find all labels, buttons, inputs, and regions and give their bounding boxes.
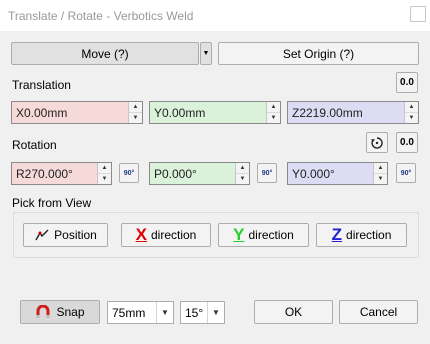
pick-position-icon (35, 229, 49, 241)
translation-x-field[interactable]: X0.00mm ▲ ▼ (11, 101, 143, 124)
z-axis-letter: Z (331, 225, 343, 244)
pick-from-view-label: Pick from View (12, 196, 92, 210)
y-axis-letter: Y (233, 225, 245, 244)
rotation-p-field[interactable]: P0.000° ▲ ▼ (149, 162, 250, 185)
spin-down-icon[interactable]: ▼ (236, 173, 249, 184)
y-direction-label: direction (248, 228, 294, 242)
translation-z-value: Z2219.00mm (292, 105, 363, 120)
snap-label: Snap (56, 305, 85, 319)
translation-y-spinner[interactable]: ▲ ▼ (266, 102, 280, 123)
set-origin-button[interactable]: Set Origin (?) (218, 42, 419, 65)
translation-reset-button[interactable]: 0.0 (396, 72, 418, 93)
rotation-reset-label: 0.0 (400, 137, 414, 148)
snap-angle-select[interactable]: 15° ▼ (180, 301, 225, 324)
z-direction-button[interactable]: Z direction (316, 223, 407, 247)
rotation-p-spinner[interactable]: ▲ ▼ (235, 163, 249, 184)
rotate-gizmo-button[interactable] (366, 132, 388, 153)
dropdown-arrow-icon: ▼ (202, 50, 210, 57)
rotation-y-field[interactable]: Y0.000° ▲ ▼ (287, 162, 388, 185)
set-origin-label: Set Origin (?) (282, 46, 355, 61)
mode-select[interactable]: Move (?) (11, 42, 199, 65)
spin-up-icon[interactable]: ▲ (236, 163, 249, 173)
rotate-p-90-button[interactable]: 90° (257, 163, 277, 183)
rotate-90-icon: 90° (261, 169, 273, 177)
title-bar: Translate / Rotate - Verbotics Weld (0, 0, 430, 31)
translation-z-field[interactable]: Z2219.00mm ▲ ▼ (287, 101, 419, 124)
chevron-down-icon: ▼ (207, 302, 224, 323)
magnet-icon (36, 305, 50, 318)
x-direction-button[interactable]: X direction (121, 223, 211, 247)
translation-z-spinner[interactable]: ▲ ▼ (404, 102, 418, 123)
spin-up-icon[interactable]: ▲ (374, 163, 387, 173)
translation-x-spinner[interactable]: ▲ ▼ (128, 102, 142, 123)
rotation-r-value: R270.000° (16, 166, 73, 181)
y-direction-button[interactable]: Y direction (218, 223, 309, 247)
pick-position-label: Position (54, 228, 97, 242)
ok-button[interactable]: OK (254, 300, 333, 324)
rotate-y-90-button[interactable]: 90° (396, 163, 416, 183)
x-direction-label: direction (150, 228, 197, 242)
rotation-p-value: P0.000° (154, 166, 197, 181)
rotate-90-icon: 90° (123, 169, 135, 177)
window-title: Translate / Rotate - Verbotics Weld (8, 9, 194, 23)
spin-up-icon[interactable]: ▲ (98, 163, 111, 173)
snap-toggle-button[interactable]: Snap (20, 300, 100, 324)
rotation-r-spinner[interactable]: ▲ ▼ (97, 163, 111, 184)
snap-distance-select[interactable]: 75mm ▼ (107, 301, 174, 324)
rotation-reset-button[interactable]: 0.0 (396, 132, 418, 153)
snap-angle-value: 15° (185, 305, 204, 320)
spin-down-icon[interactable]: ▼ (129, 112, 142, 123)
translation-y-field[interactable]: Y0.00mm ▲ ▼ (149, 101, 281, 124)
spin-down-icon[interactable]: ▼ (98, 173, 111, 184)
rotation-y-spinner[interactable]: ▲ ▼ (373, 163, 387, 184)
rotation-r-field[interactable]: R270.000° ▲ ▼ (11, 162, 112, 185)
spin-up-icon[interactable]: ▲ (405, 102, 418, 112)
z-direction-label: direction (346, 228, 392, 242)
pick-position-button[interactable]: Position (23, 223, 108, 247)
mode-select-label: Move (?) (81, 46, 129, 61)
cancel-button[interactable]: Cancel (339, 300, 418, 324)
close-button[interactable] (410, 6, 426, 22)
spin-down-icon[interactable]: ▼ (267, 112, 280, 123)
x-axis-letter: X (135, 225, 147, 244)
snap-distance-value: 75mm (112, 305, 146, 320)
spin-up-icon[interactable]: ▲ (129, 102, 142, 112)
cancel-label: Cancel (359, 305, 398, 319)
spin-down-icon[interactable]: ▼ (405, 112, 418, 123)
translation-reset-label: 0.0 (400, 77, 414, 88)
translation-label: Translation (12, 78, 71, 92)
mode-dropdown-button[interactable]: ▼ (200, 42, 212, 65)
translation-y-value: Y0.00mm (154, 105, 206, 120)
translation-x-value: X0.00mm (16, 105, 68, 120)
ok-label: OK (284, 305, 303, 319)
spin-down-icon[interactable]: ▼ (374, 173, 387, 184)
chevron-down-icon: ▼ (156, 302, 173, 323)
rotate-r-90-button[interactable]: 90° (119, 163, 139, 183)
rotate-gizmo-icon (371, 136, 383, 149)
rotation-y-value: Y0.000° (292, 166, 335, 181)
spin-up-icon[interactable]: ▲ (267, 102, 280, 112)
rotate-90-icon: 90° (400, 169, 412, 177)
rotation-label: Rotation (12, 138, 57, 152)
